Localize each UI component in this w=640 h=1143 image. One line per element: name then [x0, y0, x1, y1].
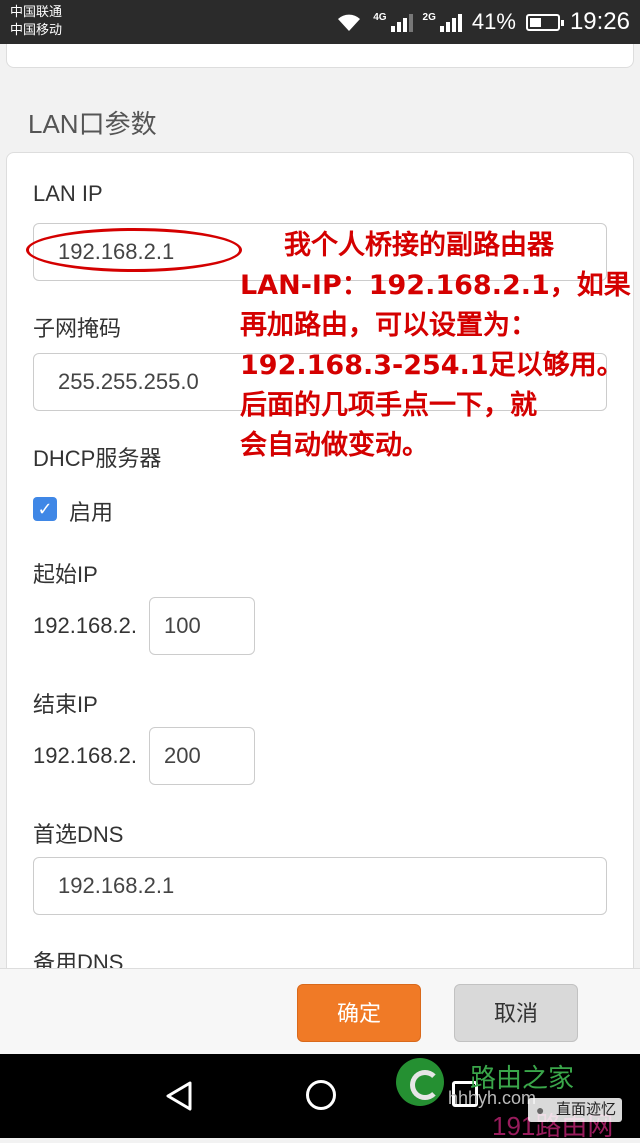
status-bar: 中国联通 中国移动 4G 2G 41% 19:26 [0, 0, 640, 44]
end-ip-label: 结束IP [33, 692, 98, 717]
confirm-button[interactable]: 确定 [297, 984, 421, 1042]
watermark-brand: 直面迹忆 [528, 1098, 623, 1122]
battery-icon [525, 13, 564, 31]
annotation-ellipse [26, 228, 242, 272]
signal-icon [439, 12, 462, 32]
primary-dns-label: 首选DNS [33, 822, 124, 847]
battery-percent: 41% [471, 9, 516, 34]
annotation-line: 再加路由，可以设置为： [240, 310, 537, 341]
annotation-line: 会自动做变动。 [240, 430, 429, 461]
dhcp-enable-label[interactable]: 启用 [69, 495, 113, 527]
carrier-1: 中国联通 [10, 4, 63, 19]
annotation-line: 192.168.3-254.1足以够用。 [240, 350, 624, 381]
start-ip-field[interactable]: 100 [149, 597, 255, 655]
dhcp-enable-checkbox[interactable]: ✓ [33, 497, 57, 521]
annotation-line: 我个人桥接的副路由器 [284, 230, 554, 261]
back-icon[interactable] [164, 1080, 194, 1112]
annotation-text: 我个人桥接的副路由器 LAN-IP：192.168.2.1，如果 再加路由，可以… [240, 226, 631, 466]
network-type-2: 2G [422, 11, 436, 23]
start-ip-prefix: 192.168.2. [33, 613, 137, 638]
action-bar: 确定 取消 [0, 968, 640, 1055]
home-icon[interactable] [306, 1080, 336, 1110]
subnet-mask-label: 子网掩码 [33, 316, 122, 341]
carrier-names: 中国联通 中国移动 [10, 3, 62, 39]
watermark-logo-icon [396, 1058, 444, 1106]
wifi-icon [338, 14, 361, 31]
network-type-1: 4G [373, 11, 387, 23]
primary-dns-field[interactable]: 192.168.2.1 [33, 857, 607, 915]
start-ip-label: 起始IP [33, 562, 98, 587]
battery-level-fill [529, 17, 541, 27]
lan-ip-label: LAN IP [33, 181, 103, 206]
annotation-line: 后面的几项手点一下，就 [240, 390, 537, 421]
carrier-2: 中国移动 [10, 22, 63, 37]
end-ip-prefix: 192.168.2. [33, 743, 137, 768]
clock: 19:26 [569, 8, 630, 35]
section-title: LAN口参数 [28, 109, 157, 139]
signal-icon [390, 12, 413, 32]
annotation-line: LAN-IP：192.168.2.1，如果 [240, 270, 631, 301]
cancel-button[interactable]: 取消 [454, 984, 578, 1042]
status-icons: 4G 2G 41% 19:26 [335, 6, 630, 38]
end-ip-field[interactable]: 200 [149, 727, 255, 785]
previous-card-bottom [6, 44, 634, 68]
dhcp-server-label: DHCP服务器 [33, 446, 162, 471]
